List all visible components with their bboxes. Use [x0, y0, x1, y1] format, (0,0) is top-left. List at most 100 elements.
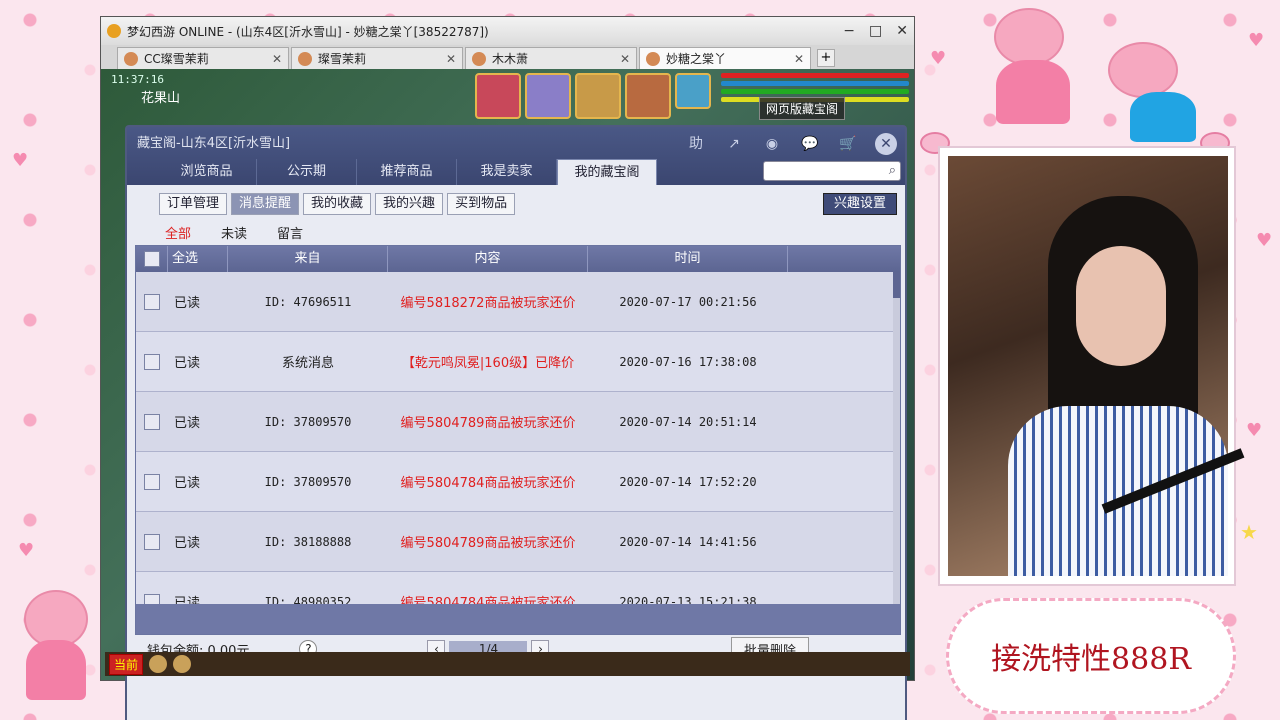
tab-public-period[interactable]: 公示期 [257, 159, 357, 185]
column-content: 内容 [388, 246, 588, 272]
close-window-button[interactable]: ✕ [896, 23, 908, 39]
webcam-frame [938, 146, 1245, 586]
tab-close-icon[interactable]: ✕ [620, 52, 630, 66]
row-status: 已读 [174, 476, 201, 491]
row-time: 2020-07-14 14:41:56 [619, 534, 757, 549]
client-tabbar: CC璨雪茉莉 ✕ 璨雪茉莉 ✕ 木木萧 ✕ 妙糖之棠丫 ✕ + [101, 45, 914, 69]
heart-decoration: ♥ [1256, 230, 1273, 251]
close-icon[interactable]: ✕ [875, 133, 897, 155]
settings-icon[interactable]: ◉ [761, 133, 783, 155]
search-icon[interactable]: ⌕ [889, 163, 896, 178]
subtab-orders[interactable]: 订单管理 [159, 193, 228, 215]
stream-caption: 接洗特性888R [991, 642, 1191, 677]
web-treasure-tooltip: 网页版藏宝阁 [759, 97, 846, 120]
row-checkbox[interactable] [144, 353, 160, 370]
row-status: 已读 [174, 296, 201, 311]
row-time: 2020-07-14 20:51:14 [619, 414, 757, 429]
table-body: 已读 ID: 47696511 编号5818272商品被玩家还价 2020-07… [136, 272, 900, 632]
table-header: 全选 来自 内容 时间 [136, 246, 900, 272]
tab-close-icon[interactable]: ✕ [446, 52, 456, 66]
stream-caption-cloud: 接洗特性888R [946, 598, 1236, 714]
row-checkbox[interactable] [144, 533, 160, 550]
emoji-icon[interactable] [173, 655, 192, 673]
table-footer-bar [136, 604, 900, 634]
character-avatar-icon [124, 51, 138, 66]
row-from: ID: 47696511 [264, 294, 352, 309]
row-time: 2020-07-14 17:52:20 [619, 474, 757, 489]
tab-close-icon[interactable]: ✕ [272, 52, 282, 66]
row-status: 已读 [174, 536, 201, 551]
chat-icon[interactable]: 💬 [799, 133, 821, 155]
row-checkbox[interactable] [144, 293, 160, 310]
row-content[interactable]: 编号5804789商品被玩家还价 [388, 532, 588, 551]
subtab-messages[interactable]: 消息提醒 [231, 193, 300, 215]
help-icon[interactable]: 助 [685, 133, 707, 155]
table-row[interactable]: 已读 ID: 38188888 编号5804789商品被玩家还价 2020-07… [136, 512, 900, 572]
tab-close-icon[interactable]: ✕ [794, 52, 804, 66]
map-location: 花果山 [141, 91, 181, 106]
table-row[interactable]: 已读 ID: 37809570 编号5804784商品被玩家还价 2020-07… [136, 452, 900, 512]
row-time: 2020-07-17 00:21:56 [619, 294, 757, 309]
team-member-portrait[interactable] [675, 73, 711, 109]
subtab-purchased[interactable]: 买到物品 [447, 193, 516, 215]
scrollbar-thumb[interactable] [893, 272, 900, 298]
window-title: 梦幻西游 ONLINE - (山东4区[沂水雪山] - 妙糖之棠丫[385227… [127, 24, 489, 39]
subtab-favorites[interactable]: 我的收藏 [303, 193, 372, 215]
dialog-header: 藏宝阁-山东4区[沂水雪山] 助 ↗ ◉ 💬 🛒 ✕ 浏览商品 公示期 推荐商品… [127, 127, 905, 185]
select-all-checkbox[interactable] [136, 246, 168, 272]
microphone-icon[interactable] [149, 655, 168, 673]
row-content[interactable]: 编号5818272商品被玩家还价 [388, 292, 588, 311]
tab-label: 妙糖之棠丫 [666, 52, 727, 66]
current-channel-button[interactable]: 当前 [109, 653, 144, 675]
game-client-window: 梦幻西游 ONLINE - (山东4区[沂水雪山] - 妙糖之棠丫[385227… [100, 16, 915, 720]
treasure-pavilion-dialog: 藏宝阁-山东4区[沂水雪山] 助 ↗ ◉ 💬 🛒 ✕ 浏览商品 公示期 推荐商品… [125, 125, 907, 720]
team-member-portrait[interactable] [625, 73, 671, 119]
tab-recommended[interactable]: 推荐商品 [357, 159, 457, 185]
tab-label: CC璨雪茉莉 [144, 52, 209, 66]
row-checkbox[interactable] [144, 473, 160, 490]
table-row[interactable]: 已读 ID: 47696511 编号5818272商品被玩家还价 2020-07… [136, 272, 900, 332]
row-from: ID: 38188888 [264, 534, 352, 549]
subtabs: 订单管理 消息提醒 我的收藏 我的兴趣 买到物品 [159, 193, 516, 215]
table-row[interactable]: 已读 ID: 37809570 编号5804789商品被玩家还价 2020-07… [136, 392, 900, 452]
subtab-interests[interactable]: 我的兴趣 [375, 193, 444, 215]
search-input[interactable]: ⌕ [763, 161, 901, 181]
table-row[interactable]: 已读 系统消息 【乾元鸣凤冕|160级】已降价 2020-07-16 17:38… [136, 332, 900, 392]
heart-decoration: ♥ [930, 48, 947, 69]
filter-unread[interactable]: 未读 [221, 223, 247, 242]
heart-decoration: ♥ [1246, 420, 1263, 441]
tab-browse[interactable]: 浏览商品 [157, 159, 257, 185]
heart-decoration: ♥ [1248, 30, 1265, 51]
table-scrollbar[interactable] [893, 272, 900, 604]
game-scene: 11:37:16 花果山 网页版藏宝阁 藏宝阁-山东4区[沂水雪山] 助 ↗ ◉ [101, 69, 914, 720]
character-avatar-icon [298, 51, 312, 66]
team-member-portrait[interactable] [575, 73, 621, 119]
tab-label: 木木萧 [492, 52, 529, 66]
client-tab[interactable]: 木木萧 ✕ [465, 47, 637, 69]
maximize-button[interactable]: □ [869, 23, 882, 39]
dialog-title: 藏宝阁-山东4区[沂水雪山] [137, 136, 291, 151]
filter-comments[interactable]: 留言 [277, 223, 303, 242]
tab-seller[interactable]: 我是卖家 [457, 159, 557, 185]
heart-decoration: ♥ [12, 150, 29, 171]
share-icon[interactable]: ↗ [723, 133, 745, 155]
filter-all[interactable]: 全部 [165, 223, 191, 242]
column-select-all[interactable]: 全选 [168, 246, 228, 272]
row-content[interactable]: 编号5804784商品被玩家还价 [388, 472, 588, 491]
row-content[interactable]: 【乾元鸣凤冕|160级】已降价 [388, 352, 588, 371]
add-tab-button[interactable]: + [817, 49, 835, 67]
team-member-portrait[interactable] [525, 73, 571, 119]
team-member-portrait[interactable] [475, 73, 521, 119]
row-checkbox[interactable] [144, 413, 160, 430]
client-tab[interactable]: 璨雪茉莉 ✕ [291, 47, 463, 69]
client-tab[interactable]: CC璨雪茉莉 ✕ [117, 47, 289, 69]
row-from: ID: 37809570 [264, 474, 352, 489]
tab-my-pavilion[interactable]: 我的藏宝阁 [557, 159, 657, 185]
interest-settings-button[interactable]: 兴趣设置 [822, 193, 897, 215]
minimize-button[interactable]: − [843, 23, 855, 39]
row-time: 2020-07-16 17:38:08 [619, 354, 757, 369]
cart-icon[interactable]: 🛒 [837, 133, 859, 155]
streamer-webcam [948, 156, 1245, 576]
row-content[interactable]: 编号5804789商品被玩家还价 [388, 412, 588, 431]
client-tab-active[interactable]: 妙糖之棠丫 ✕ [639, 47, 811, 69]
